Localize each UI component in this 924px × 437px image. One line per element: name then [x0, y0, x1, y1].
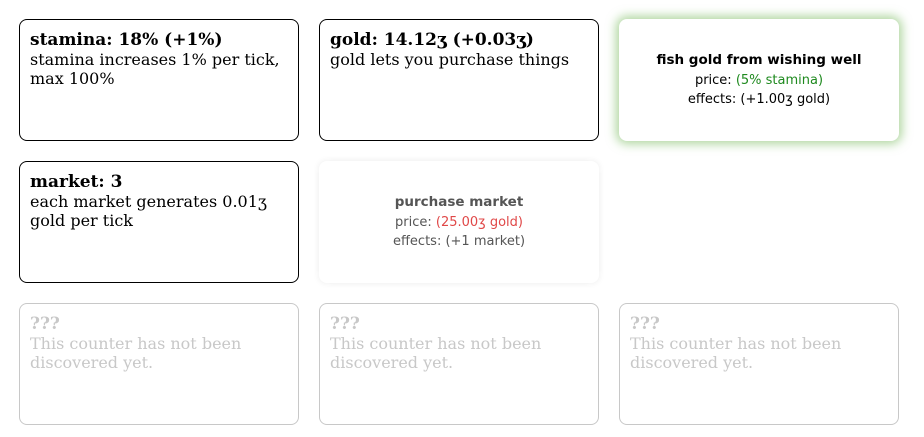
counter-locked-description: This counter has not been discovered yet… [630, 334, 842, 372]
action-market-title: purchase market [394, 194, 524, 210]
action-market-price-label: price: [395, 215, 436, 230]
action-market-effects: effects: (+1 market) [392, 234, 526, 249]
action-market-price: price: (25.00ʒ gold) [395, 213, 523, 232]
counter-locked-1: ??? This counter has not been discovered… [19, 303, 299, 425]
counter-market-description: each market generates 0.01ʒ gold per tic… [30, 192, 267, 230]
counter-locked-description: This counter has not been discovered yet… [30, 334, 242, 372]
counter-locked-title: ??? [30, 314, 60, 334]
action-purchase-market-button[interactable]: purchase market price: (25.00ʒ gold) eff… [319, 161, 599, 283]
counter-locked-title: ??? [630, 314, 660, 334]
action-fish-price: price: (5% stamina) [695, 71, 823, 90]
counter-gold-description: gold lets you purchase things [330, 50, 570, 69]
action-fish-price-value: (5% stamina) [735, 73, 824, 88]
action-fish-effects: effects: (+1.00ʒ gold) [687, 92, 831, 107]
action-fish-title: fish gold from wishing well [656, 52, 862, 68]
counter-market-title: market: 3 [30, 172, 123, 192]
action-fish-gold-button[interactable]: fish gold from wishing well price: (5% s… [619, 19, 899, 141]
game-grid: stamina: 18% (+1%) stamina increases 1% … [19, 19, 899, 425]
counter-stamina-description: stamina increases 1% per tick, max 100% [30, 50, 280, 88]
counter-stamina-title: stamina: 18% (+1%) [30, 30, 223, 50]
counter-market: market: 3 each market generates 0.01ʒ go… [19, 161, 299, 283]
counter-stamina: stamina: 18% (+1%) stamina increases 1% … [19, 19, 299, 141]
counter-locked-2: ??? This counter has not been discovered… [319, 303, 599, 425]
action-market-price-value: (25.00ʒ gold) [435, 215, 523, 230]
counter-gold: gold: 14.12ʒ (+0.03ʒ) gold lets you purc… [319, 19, 599, 141]
counter-locked-description: This counter has not been discovered yet… [330, 334, 542, 372]
counter-locked-3: ??? This counter has not been discovered… [619, 303, 899, 425]
counter-gold-title: gold: 14.12ʒ (+0.03ʒ) [330, 30, 534, 50]
counter-locked-title: ??? [330, 314, 360, 334]
action-fish-price-label: price: [694, 73, 736, 88]
